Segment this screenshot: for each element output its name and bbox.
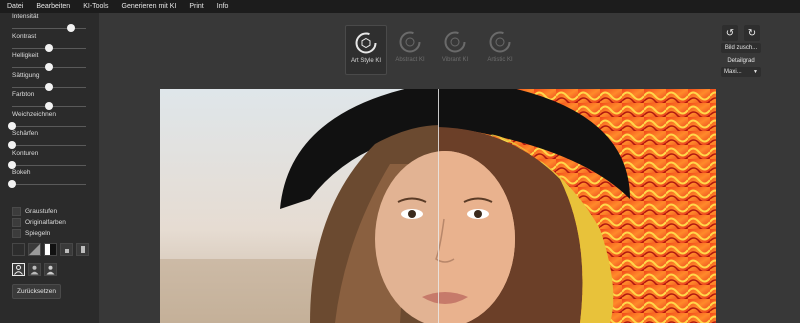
workspace: Art Style KI Abstract KI Vibrant KI Arti…: [99, 13, 800, 323]
slider-track[interactable]: [12, 184, 86, 185]
style-label: Artistic KI: [487, 57, 513, 63]
style-ring-icon: [489, 31, 511, 53]
slider-label: Helligkeit: [12, 52, 39, 59]
portrait-tool-row: [12, 263, 57, 276]
slider-label: Intensität: [12, 13, 39, 20]
slider-knob[interactable]: [8, 161, 16, 169]
slider-label: Schärfen: [12, 130, 39, 137]
style-vibrant-ki[interactable]: Vibrant KI: [435, 25, 475, 73]
menu-print[interactable]: Print: [182, 3, 209, 10]
checkbox-originalfarben[interactable]: Originalfarben: [12, 218, 66, 227]
redo-button[interactable]: ↻: [744, 25, 760, 41]
slider-knob[interactable]: [45, 83, 53, 91]
mask-tool-row: [12, 243, 89, 256]
menu-info[interactable]: Info: [210, 3, 235, 10]
slider-track[interactable]: [12, 126, 86, 127]
checkbox-box[interactable]: [12, 218, 21, 227]
chevron-down-icon: ▼: [753, 69, 758, 75]
menu-generieren-mit-ki[interactable]: Generieren mit KI: [115, 3, 183, 10]
crop-image-button[interactable]: Bild zusch...: [721, 43, 761, 53]
slider-label: Konturen: [12, 150, 39, 157]
mask-small-a-tool[interactable]: [60, 243, 73, 256]
slider-track[interactable]: [12, 165, 86, 166]
person-outline-icon[interactable]: [12, 263, 25, 276]
style-artistic-ki[interactable]: Artistic KI: [480, 25, 520, 73]
checkbox-box[interactable]: [12, 229, 21, 238]
detail-level-value: Maxi...: [724, 69, 742, 75]
checkbox-spiegeln[interactable]: Spiegeln: [12, 229, 50, 238]
style-label: Art Style KI: [350, 58, 381, 64]
checkbox-label: Originalfarben: [25, 219, 66, 226]
menu-bearbeiten[interactable]: Bearbeiten: [29, 3, 76, 10]
slider-label: Sättigung: [12, 72, 40, 79]
slider-knob[interactable]: [8, 180, 16, 188]
slider-knob[interactable]: [8, 122, 16, 130]
style-label: Vibrant KI: [441, 57, 469, 63]
undo-button[interactable]: ↺: [722, 25, 738, 41]
slider-knob[interactable]: [67, 24, 76, 32]
slider-label: Weichzeichnen: [12, 111, 56, 118]
person-filled-icon[interactable]: [44, 263, 57, 276]
person-icon[interactable]: [28, 263, 41, 276]
compare-divider[interactable]: [438, 89, 439, 323]
slider-knob[interactable]: [45, 63, 53, 71]
style-ring-icon: [444, 31, 466, 53]
undo-icon: ↺: [725, 27, 735, 39]
style-art-style-ki[interactable]: Art Style KI: [345, 25, 387, 75]
reset-button[interactable]: Zurücksetzen: [12, 284, 62, 299]
menu-datei[interactable]: Datei: [0, 3, 29, 10]
slider-label: Bokeh: [12, 169, 31, 176]
menu-ki-tools[interactable]: KI-Tools: [76, 3, 114, 10]
mask-dark-tool[interactable]: [12, 243, 25, 256]
detail-level-label: Detailgrad: [727, 58, 755, 64]
style-abstract-ki[interactable]: Abstract KI: [390, 25, 430, 73]
checkbox-label: Spiegeln: [25, 230, 51, 237]
slider-track[interactable]: [12, 145, 86, 146]
mask-gradient-tool[interactable]: [28, 243, 41, 256]
menu-bar: Datei Bearbeiten KI-Tools Generieren mit…: [0, 0, 800, 13]
style-label: Abstract KI: [395, 57, 425, 63]
slider-knob[interactable]: [8, 141, 16, 149]
slider-label: Farbton: [12, 91, 35, 98]
mask-half-tool[interactable]: [44, 243, 57, 256]
adjustments-sidebar: Intensität Kontrast Helligkeit Sättigung Far…: [0, 13, 99, 323]
checkbox-label: Graustufen: [25, 208, 58, 215]
checkbox-graustufen[interactable]: Graustufen: [12, 207, 57, 216]
redo-icon: ↻: [747, 27, 757, 39]
mask-small-b-tool[interactable]: [76, 243, 89, 256]
checkbox-box[interactable]: [12, 207, 21, 216]
slider-knob[interactable]: [45, 102, 53, 110]
style-ring-icon: [399, 31, 421, 53]
detail-level-select[interactable]: Maxi... ▼: [721, 67, 761, 77]
style-ring-icon: [355, 32, 377, 54]
slider-label: Kontrast: [12, 33, 37, 40]
slider-knob[interactable]: [45, 44, 53, 52]
image-preview[interactable]: [160, 89, 716, 323]
